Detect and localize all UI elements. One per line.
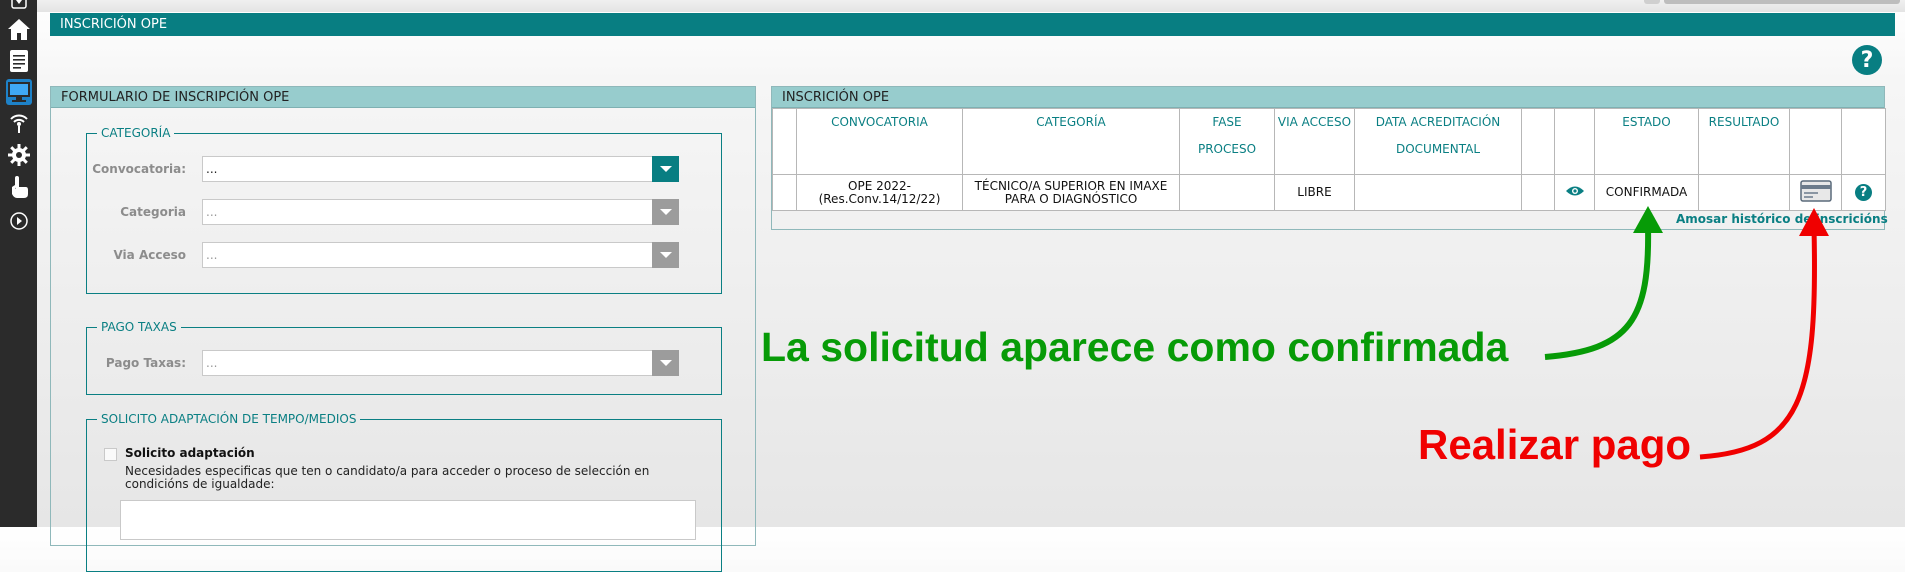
hand-pointer-icon[interactable] [6, 174, 32, 200]
convocatoria-select[interactable]: ... [202, 156, 679, 182]
via-acceso-label: Via Acceso [113, 248, 186, 262]
column-header-resultado[interactable]: RESULTADO [1698, 108, 1790, 175]
adaptacion-checkbox-label: Solicito adaptación [125, 446, 255, 460]
chevron-down-icon[interactable] [652, 242, 679, 268]
table-cell [772, 174, 797, 211]
convocatoria-label: Convocatoria: [92, 162, 186, 176]
pago-taxas-label: Pago Taxas: [105, 356, 186, 370]
top-tab[interactable] [1664, 0, 1900, 4]
column-header-data-acreditacion[interactable]: DATA ACREDITACIÓN DOCUMENTAL [1354, 108, 1522, 175]
group-legend: PAGO TAXAS [101, 320, 177, 334]
help-cell: ? [1841, 174, 1886, 211]
view-cell [1554, 174, 1595, 211]
column-header [1789, 108, 1842, 175]
select-value: ... [206, 248, 218, 262]
annotation-payment-text: Realizar pago [1418, 421, 1692, 468]
inscription-table: CONVOCATORIA CATEGORÍA FASE PROCESO VIA … [772, 108, 1886, 211]
monitor-icon[interactable] [6, 79, 32, 105]
group-legend: SOLICITO ADAPTACIÓN DE TEMPO/MEDIOS [101, 412, 357, 426]
payment-cell [1789, 174, 1842, 211]
chevron-down-icon[interactable] [652, 199, 679, 225]
help-icon[interactable]: ? [1852, 45, 1882, 75]
table-row[interactable]: OPE 2022- (Res.Conv.14/12/22) TÉCNICO/A … [772, 174, 1886, 211]
adaptacion-description: Necesidades especificas que ten o candid… [125, 464, 650, 491]
collapse-arrow-icon[interactable] [6, 0, 32, 10]
via-acceso-cell: LIBRE [1274, 174, 1355, 211]
panel-title: INSCRICIÓN OPE [772, 87, 1884, 108]
panel-title: FORMULARIO DE INSCRIPCIÓN OPE [51, 87, 755, 108]
adaptacion-group: SOLICITO ADAPTACIÓN DE TEMPO/MEDIOS [86, 412, 722, 572]
play-circle-icon[interactable] [6, 208, 32, 234]
adaptacion-textarea[interactable] [120, 500, 696, 540]
document-icon[interactable] [6, 48, 32, 74]
annotation-confirmed-text: La solicitud aparece como confirmada [761, 324, 1509, 370]
estado-cell: CONFIRMADA [1594, 174, 1699, 211]
adaptacion-checkbox[interactable] [104, 448, 117, 461]
home-icon[interactable] [6, 16, 32, 42]
column-header-via-acceso[interactable]: VIA ACCESO [1274, 108, 1355, 175]
wireless-icon[interactable] [6, 109, 32, 135]
select-value: ... [206, 205, 218, 219]
inscription-form-panel: FORMULARIO DE INSCRIPCIÓN OPE CATEGORÍA … [50, 86, 756, 572]
column-header [1841, 108, 1886, 175]
categoria-label: Categoria [120, 205, 186, 219]
categoria-select[interactable]: ... [202, 199, 679, 225]
column-header-categoria[interactable]: CATEGORÍA [962, 108, 1180, 175]
data-acreditacion-cell [1354, 174, 1522, 211]
categoria-cell: TÉCNICO/A SUPERIOR EN IMAXE PARA O DIAGN… [962, 174, 1180, 211]
column-header-estado[interactable]: ESTADO [1594, 108, 1699, 175]
sidebar [0, 0, 37, 527]
column-header [1554, 108, 1595, 175]
gear-icon[interactable] [6, 142, 32, 168]
column-header-fase-proceso[interactable]: FASE PROCESO [1179, 108, 1275, 175]
chevron-down-icon[interactable] [652, 350, 679, 376]
column-header [772, 108, 797, 175]
page-title: INSCRICIÓN OPE [50, 13, 1895, 36]
convocatoria-cell: OPE 2022- (Res.Conv.14/12/22) [796, 174, 963, 211]
select-value: ... [206, 356, 218, 370]
help-icon[interactable]: ? [1855, 184, 1872, 201]
history-link[interactable]: Amosar histórico de inscricións [1676, 212, 1888, 226]
fase-proceso-cell [1179, 174, 1275, 211]
group-legend: CATEGORÍA [101, 126, 171, 140]
chevron-down-icon[interactable] [652, 156, 679, 182]
table-cell [1521, 174, 1555, 211]
column-header-convocatoria[interactable]: CONVOCATORIA [796, 108, 963, 175]
column-header [1521, 108, 1555, 175]
select-value: ... [206, 162, 218, 176]
table-header-row: CONVOCATORIA CATEGORÍA FASE PROCESO VIA … [772, 108, 1886, 175]
eye-icon[interactable] [1565, 185, 1585, 197]
pago-taxas-select[interactable]: ... [202, 350, 679, 376]
top-strip [37, 0, 1905, 12]
resultado-cell [1698, 174, 1790, 211]
top-tab[interactable] [1644, 0, 1660, 4]
payment-card-icon[interactable] [1799, 180, 1832, 202]
via-acceso-select[interactable]: ... [202, 242, 679, 268]
